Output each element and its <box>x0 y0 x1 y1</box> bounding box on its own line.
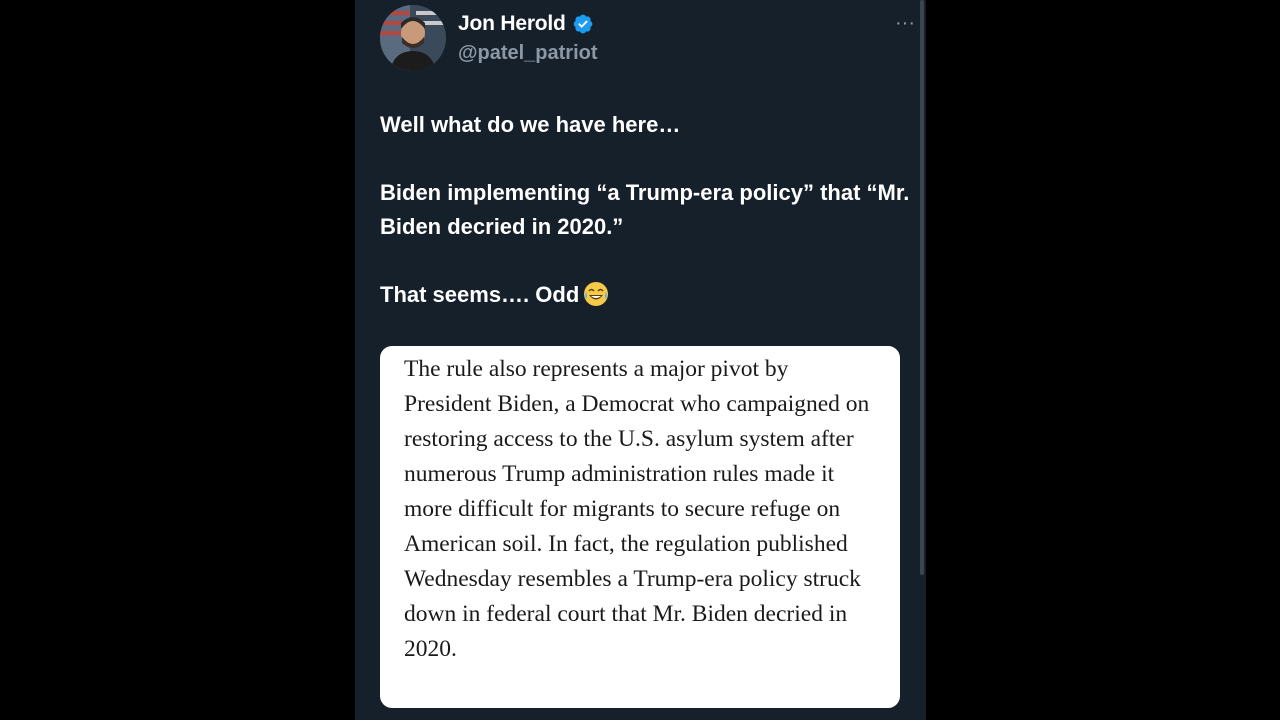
more-options-icon[interactable]: ··· <box>890 13 920 33</box>
verified-badge-icon <box>572 13 594 35</box>
display-name[interactable]: Jon Herold <box>458 12 566 36</box>
video-frame: Jon Herold @patel_patriot ··· Well what … <box>0 0 1280 720</box>
name-row: Jon Herold <box>458 12 594 36</box>
tweet-line-3: That seems…. Odd <box>380 278 910 312</box>
tweet-line-1: Well what do we have here… <box>380 112 681 137</box>
quoted-article-text: The rule also represents a major pivot b… <box>404 356 870 662</box>
tweet-header: Jon Herold @patel_patriot ··· <box>380 5 915 75</box>
avatar-image <box>380 5 446 71</box>
user-handle[interactable]: @patel_patriot <box>458 42 598 65</box>
tweet-line-3-text: That seems…. Odd <box>380 282 580 307</box>
scrollbar[interactable] <box>920 0 924 575</box>
quoted-article-image[interactable]: The rule also represents a major pivot b… <box>380 346 900 708</box>
avatar[interactable] <box>380 5 446 71</box>
tweet-line-2: Biden implementing “a Trump-era policy” … <box>380 180 910 239</box>
tweet-panel: Jon Herold @patel_patriot ··· Well what … <box>355 0 926 720</box>
laughing-emoji-icon <box>583 281 609 307</box>
tweet-text: Well what do we have here… Biden impleme… <box>380 108 910 312</box>
